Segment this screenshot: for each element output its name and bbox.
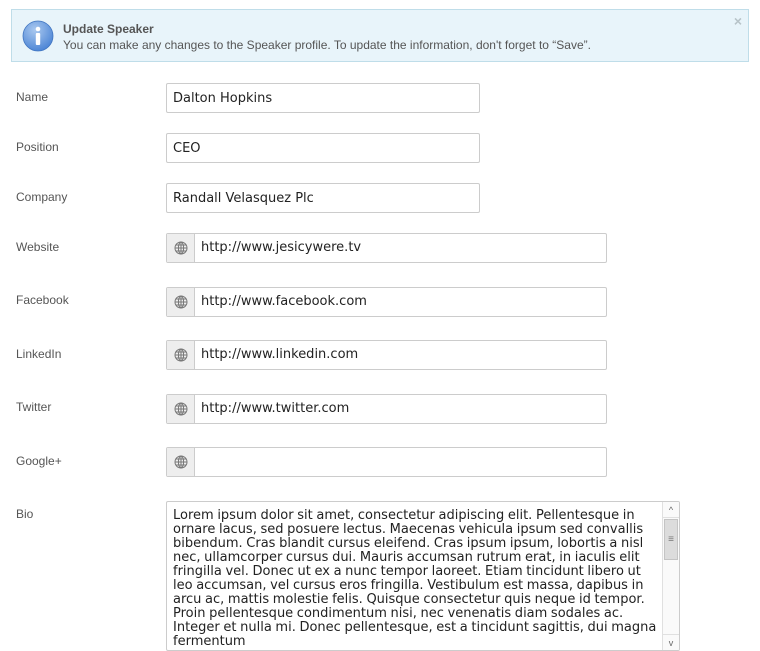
scroll-down-button[interactable]: v [663,634,679,650]
position-label: Position [16,140,59,154]
name-label: Name [16,90,49,104]
bio-scrollbar[interactable]: ^ ≡ v [662,502,679,650]
website-input-group [166,233,607,263]
alert-title: Update Speaker [63,22,154,36]
scroll-up-button[interactable]: ^ [663,502,679,518]
scrollbar-thumb[interactable]: ≡ [664,519,678,560]
globe-icon [167,395,195,423]
facebook-input[interactable] [195,288,606,316]
website-input[interactable] [195,234,606,262]
info-icon [22,20,54,52]
globe-icon [167,234,195,262]
twitter-input-group [166,394,607,424]
website-label: Website [16,240,60,254]
googleplus-input-group [166,447,607,477]
company-input[interactable] [166,183,480,213]
bio-label: Bio [16,507,34,521]
globe-icon [167,341,195,369]
linkedin-input[interactable] [195,341,606,369]
googleplus-label: Google+ [16,454,62,468]
alert-message: You can make any changes to the Speaker … [63,38,591,52]
grip-icon: ≡ [668,534,674,545]
globe-icon [167,288,195,316]
facebook-label: Facebook [16,293,69,307]
position-input[interactable] [166,133,480,163]
linkedin-label: LinkedIn [16,347,62,361]
close-icon[interactable]: × [734,13,742,29]
linkedin-input-group [166,340,607,370]
facebook-input-group [166,287,607,317]
twitter-input[interactable] [195,395,606,423]
close-alert-button[interactable]: × [734,14,742,28]
twitter-label: Twitter [16,400,52,414]
bio-text[interactable]: Lorem ipsum dolor sit amet, consectetur … [173,509,661,649]
update-speaker-alert: Update Speaker You can make any changes … [11,9,749,62]
bio-textarea[interactable]: Lorem ipsum dolor sit amet, consectetur … [166,501,680,651]
globe-icon [167,448,195,476]
name-input[interactable] [166,83,480,113]
chevron-down-icon: v [668,637,674,648]
chevron-up-icon: ^ [668,504,674,515]
googleplus-input[interactable] [195,448,606,476]
company-label: Company [16,190,68,204]
